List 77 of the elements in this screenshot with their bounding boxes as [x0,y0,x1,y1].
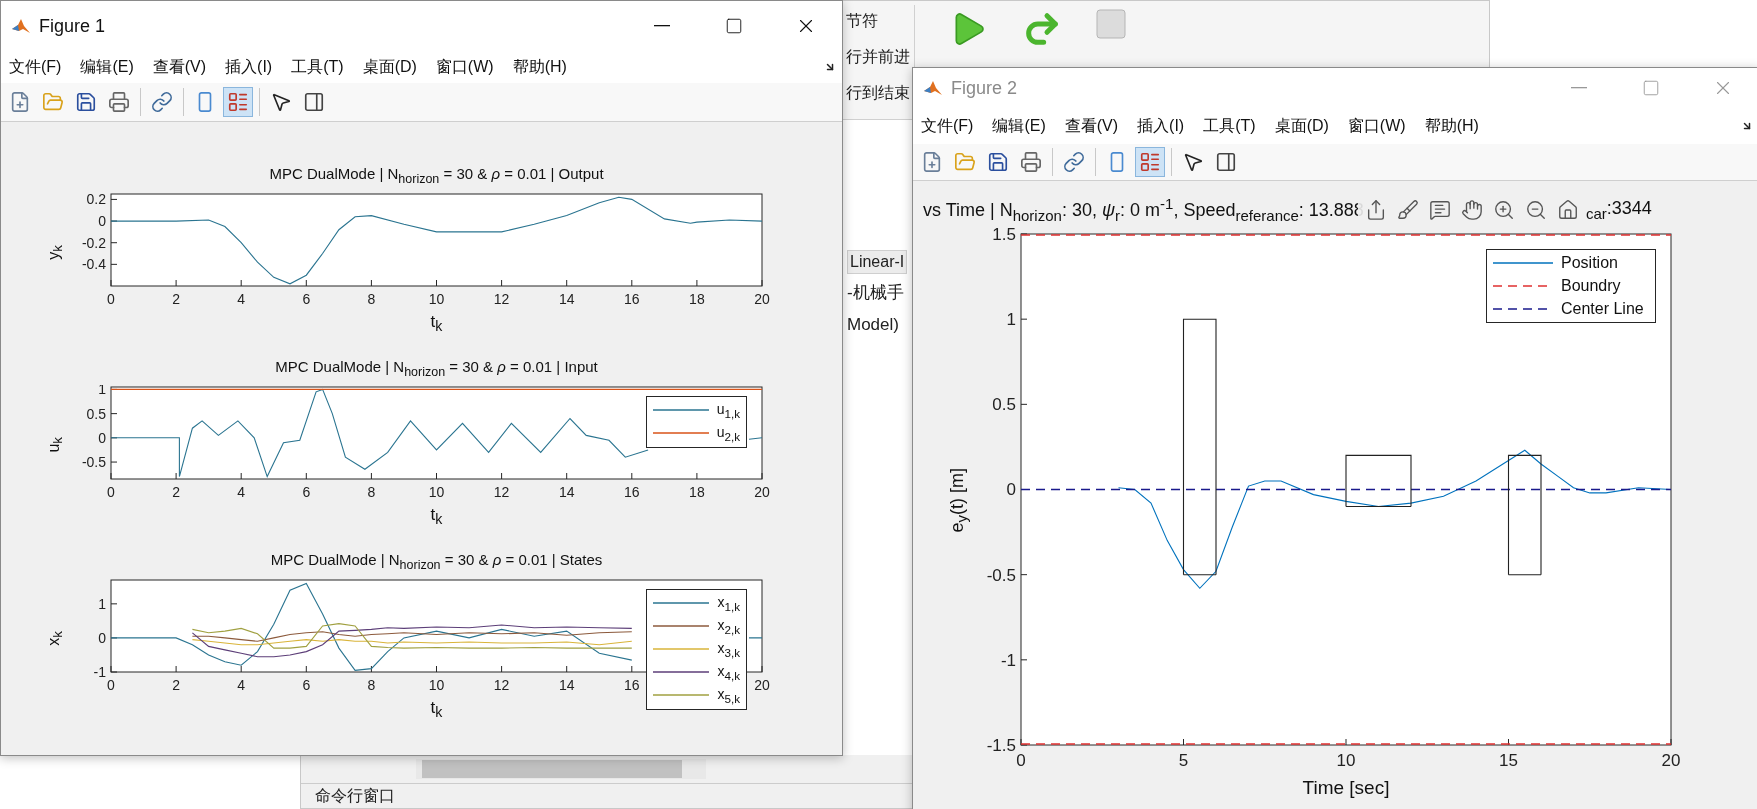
tick-label: -1 [93,663,106,680]
plot-title: MPC DualMode | N$_{horizon}$ = 30 & ρ = 0.01 | States [270,551,603,568]
tick-label: -0.5 [81,453,106,470]
tick-label: 8 [367,291,376,307]
tick-label: 2 [172,484,180,500]
tick-label: 0 [107,677,115,693]
tick-label: -1.5 [986,735,1016,755]
legend-label: x$_{3,k}$ [717,638,740,660]
tick-label: 14 [558,291,575,307]
window-title: Figure 2 [951,77,1019,99]
tick-label: 0 [1016,751,1026,770]
legend-label: Center Line [1561,298,1644,319]
tick-label: 2 [172,291,180,307]
legend-label: u$_{2,k}$ [716,422,740,444]
tick-label: 12 [493,677,510,693]
tick-label: 14 [558,484,575,500]
legend-label: Boundry [1561,275,1621,296]
tick-label: 1 [98,385,106,398]
tick-label: 1.5 [992,224,1016,244]
tick-label: 0.2 [86,192,106,208]
tick-label: 10 [428,677,445,693]
tick-label: 6 [302,291,311,307]
tick-label: 20 [754,291,770,307]
plot-title: vs Time | N$_{horizon}$: 30, ψ$_{r}$: 0 m$^{-1}$, Speed$_{referance}$: 13.888 [923,195,1364,224]
tick-label: 15 [1499,751,1518,770]
tick-label: 0 [98,629,106,646]
tick-label: 10 [1336,751,1356,770]
tick-label: 4 [237,291,246,307]
tick-label: 10 [428,484,445,500]
tick-label: -0.5 [986,565,1016,585]
tick-label: 0 [98,212,106,229]
legend-label: x$_{1,k}$ [717,593,740,614]
tick-label: 18 [689,291,705,307]
tick-label: 0 [107,291,115,307]
tick-label: 1 [1006,310,1016,330]
legend-label: x$_{5,k}$ [717,684,740,706]
legend-label: u$_{1,k}$ [716,400,740,421]
tick-label: 0.5 [86,405,106,422]
tick-label: 14 [558,677,575,693]
tick-label: -0.4 [81,256,106,273]
tick-label: 16 [624,484,640,500]
plot-title: MPC DualMode | N$_{horizon}$ = 30 & ρ = 0.01 | Input [275,358,598,375]
axis-label: t$_{k}$ [430,698,443,721]
tick-label: -1 [1000,650,1016,670]
tick-label: 6 [302,484,311,500]
tick-label: 16 [624,677,640,693]
axis-label: t$_{k}$ [430,505,443,528]
tick-label: 12 [493,291,510,307]
tick-label: 20 [1661,751,1681,770]
tick-label: 20 [754,677,770,693]
tick-label: 0 [1006,480,1016,500]
legend-label: Position [1561,253,1618,273]
tick-label: -0.2 [81,234,106,251]
plot-title: $_{car}$:3344 [1585,197,1652,222]
tick-label: 16 [624,291,640,307]
tick-label: 4 [237,677,246,693]
plot-title: MPC DualMode | N$_{horizon}$ = 30 & ρ = 0.01 | Output [269,165,604,182]
tick-label: 2 [172,677,180,693]
tick-label: 4 [237,484,246,500]
tick-label: 0 [98,429,106,446]
tick-label: 1 [98,595,106,612]
tick-label: 5 [1178,751,1189,770]
axis-label: t$_{k}$ [430,312,443,335]
tick-label: 12 [493,484,510,500]
tick-label: 8 [367,484,376,500]
tick-label: 0.5 [992,395,1016,415]
tick-label: 8 [367,677,376,693]
legend-label: x$_{4,k}$ [717,661,740,683]
editor-text: -机械手 [847,282,904,304]
tick-label: 0 [107,484,115,500]
tick-label: 10 [428,291,445,307]
legend-label: x$_{2,k}$ [717,615,740,637]
window-title: Figure 1 [39,15,107,37]
tick-label: 18 [689,484,705,500]
tick-label: 20 [754,484,770,500]
tick-label: 6 [302,677,311,693]
editor-text: Model) [847,314,899,336]
